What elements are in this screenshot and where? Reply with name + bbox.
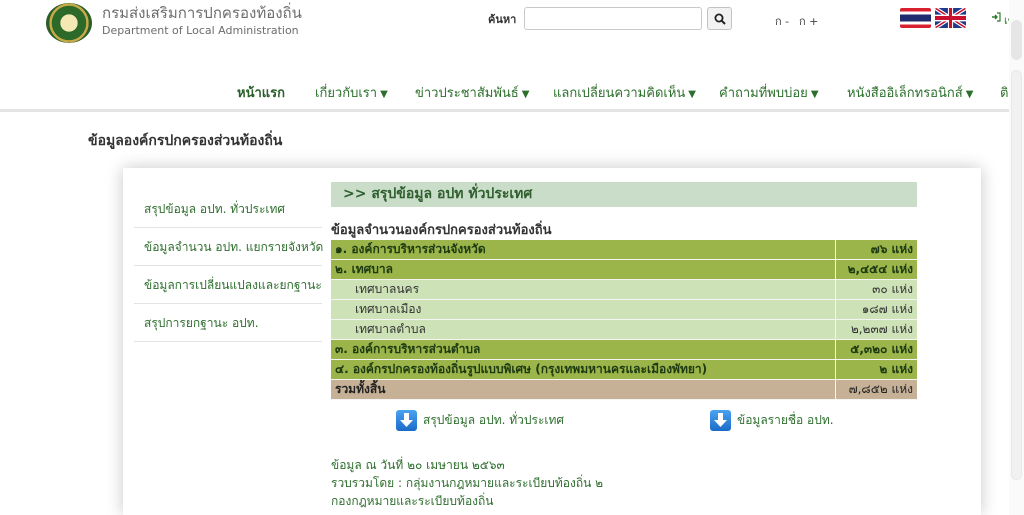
download-icon	[710, 410, 731, 431]
sidebar-item-national-summary[interactable]: สรุปข้อมูล อปท. ทั่วประเทศ	[134, 190, 322, 228]
sidebar-menu: สรุปข้อมูล อปท. ทั่วประเทศ ข้อมูลจำนวน อ…	[134, 190, 323, 342]
table-title: ข้อมูลจำนวนองค์กรปกครองส่วนท้องถิ่น	[331, 223, 552, 238]
row-label: ๒. เทศบาล	[331, 259, 835, 280]
data-date: ข้อมูล ณ วันที่ ๒๐ เมษายน ๒๕๖๓	[331, 458, 505, 472]
nav-opinion-label: แลกเปลี่ยนความคิดเห็น	[553, 86, 686, 101]
scrollbar-thumb-top[interactable]	[1011, 20, 1022, 60]
download-list-label: ข้อมูลรายชื่อ อปท.	[737, 413, 834, 427]
row-value: ๒,๔๕๔ แห่ง	[834, 259, 917, 280]
department-logo[interactable]	[46, 3, 92, 43]
caret-down-icon: ▼	[521, 89, 530, 100]
nav-faq-label: คำถามที่พบบ่อย	[719, 86, 808, 101]
nav-about-label: เกี่ยวกับเรา	[315, 86, 378, 101]
lao-count-table: ๑. องค์การบริหารส่วนจังหวัด ๗๖ แห่ง ๒. เ…	[331, 240, 917, 400]
table-row: เทศบาลเมือง ๑๘๗ แห่ง	[331, 299, 917, 320]
row-label: เทศบาลตำบล	[331, 319, 835, 340]
nav-contact[interactable]: ติ	[1000, 82, 1008, 103]
row-value: ๒ แห่ง	[834, 359, 917, 380]
site-header: กรมส่งเสริมการปกครองท้องถิ่น Department …	[0, 0, 1024, 112]
division-name: กองกฎหมายและระเบียบท้องถิ่น	[331, 494, 494, 508]
row-value: ๑๘๗ แห่ง	[834, 299, 917, 320]
uk-flag-icon[interactable]	[935, 8, 966, 28]
download-list-link[interactable]: ข้อมูลรายชื่อ อปท.	[710, 410, 834, 431]
sidebar-item-upgrade-summary[interactable]: สรุปการยกฐานะ อปท.	[134, 304, 322, 342]
row-value: ๗๖ แห่ง	[834, 240, 917, 260]
org-name-thai[interactable]: กรมส่งเสริมการปกครองท้องถิ่น	[102, 1, 302, 25]
sidebar-item-by-province[interactable]: ข้อมูลจำนวน อปท. แยกรายจังหวัด	[134, 228, 323, 266]
row-label: ๑. องค์การบริหารส่วนจังหวัด	[331, 240, 835, 260]
download-icon	[396, 410, 417, 431]
search-input[interactable]	[524, 7, 702, 30]
nav-opinion-exchange[interactable]: แลกเปลี่ยนความคิดเห็น ▼	[553, 82, 696, 103]
nav-ebooks[interactable]: หนังสืออิเล็กทรอนิกส์ ▼	[847, 82, 973, 103]
row-value: ๒,๒๓๗ แห่ง	[834, 319, 917, 340]
row-value: ๗,๘๕๒ แห่ง	[834, 379, 917, 400]
table-row: เทศบาลนคร ๓๐ แห่ง	[331, 279, 917, 300]
table-row: เทศบาลตำบล ๒,๒๓๗ แห่ง	[331, 319, 917, 340]
login-icon[interactable]	[991, 12, 1001, 22]
compiled-by: รวบรวมโดย : กลุ่มงานกฎหมายและระเบียบท้อง…	[331, 476, 604, 490]
scrollbar-thumb[interactable]	[1011, 70, 1022, 480]
caret-down-icon: ▼	[965, 89, 974, 100]
thai-flag-icon[interactable]	[900, 8, 931, 28]
nav-news-label: ข่าวประชาสัมพันธ์	[415, 86, 519, 101]
page-title: ข้อมูลองค์กรปกครองส่วนท้องถิ่น	[88, 133, 283, 149]
row-value: ๕,๓๒๐ แห่ง	[834, 339, 917, 360]
caret-down-icon: ▼	[810, 89, 819, 100]
font-increase-button[interactable]: ก +	[799, 12, 818, 30]
search-button[interactable]	[707, 7, 732, 30]
search-icon	[714, 13, 726, 25]
search-label: ค้นหา	[488, 13, 517, 26]
font-decrease-button[interactable]: ก -	[775, 12, 789, 30]
table-total-row: รวมทั้งสิ้น ๗,๘๕๒ แห่ง	[331, 379, 917, 400]
nav-ebooks-label: หนังสืออิเล็กทรอนิกส์	[847, 86, 963, 101]
row-label: เทศบาลนคร	[331, 279, 835, 300]
caret-down-icon: ▼	[380, 89, 388, 100]
row-label: ๓. องค์การบริหารส่วนตำบล	[331, 339, 835, 360]
nav-home[interactable]: หน้าแรก	[237, 82, 285, 103]
caret-down-icon: ▼	[688, 89, 696, 100]
nav-news[interactable]: ข่าวประชาสัมพันธ์ ▼	[415, 82, 529, 103]
row-value: ๓๐ แห่ง	[834, 279, 917, 300]
row-label: ๔. องค์กรปกครองท้องถิ่นรูปแบบพิเศษ (กรุง…	[331, 359, 835, 380]
row-label: เทศบาลเมือง	[331, 299, 835, 320]
table-row: ๓. องค์การบริหารส่วนตำบล ๕,๓๒๐ แห่ง	[331, 339, 917, 360]
table-row: ๒. เทศบาล ๒,๔๕๔ แห่ง	[331, 259, 917, 280]
download-summary-link[interactable]: สรุปข้อมูล อปท. ทั่วประเทศ	[396, 410, 564, 431]
org-name-english[interactable]: Department of Local Administration	[102, 24, 299, 37]
section-title: >> สรุปข้อมูล อปท ทั่วประเทศ	[331, 182, 917, 207]
table-row: ๔. องค์กรปกครองท้องถิ่นรูปแบบพิเศษ (กรุง…	[331, 359, 917, 380]
nav-about[interactable]: เกี่ยวกับเรา ▼	[315, 82, 388, 103]
sidebar-item-changes-upgrades[interactable]: ข้อมูลการเปลี่ยนแปลงและยกฐานะ	[134, 266, 322, 304]
row-label: รวมทั้งสิ้น	[331, 379, 835, 400]
nav-faq[interactable]: คำถามที่พบบ่อย ▼	[719, 82, 819, 103]
table-row: ๑. องค์การบริหารส่วนจังหวัด ๗๖ แห่ง	[331, 240, 917, 260]
download-summary-label: สรุปข้อมูล อปท. ทั่วประเทศ	[423, 413, 565, 427]
